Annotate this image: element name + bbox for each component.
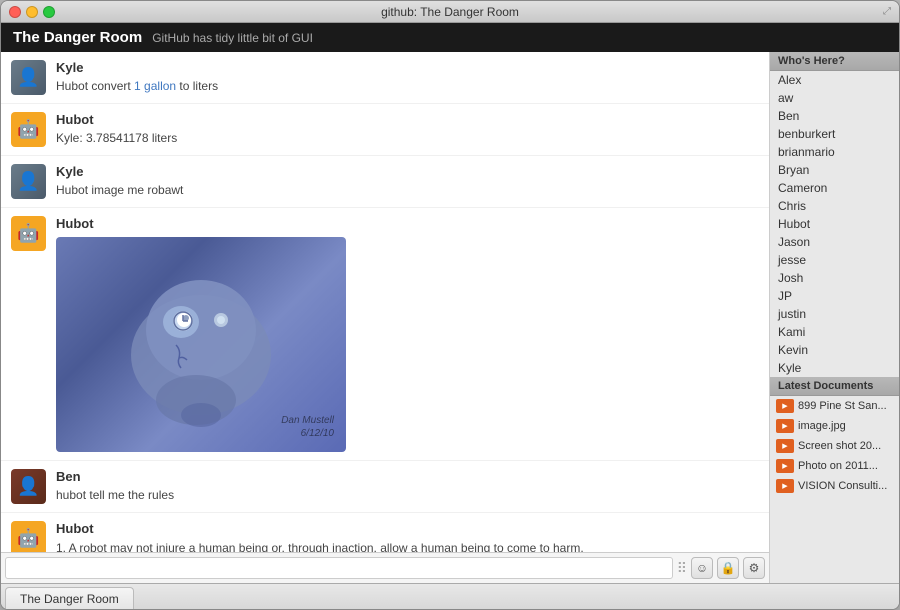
avatar: 🤖 bbox=[11, 521, 46, 552]
rules-text: 1. A robot may not injure a human being … bbox=[56, 538, 759, 552]
message-text: Kyle: 3.78541178 liters bbox=[56, 129, 759, 147]
sidebar-member-item[interactable]: Kevin bbox=[770, 341, 899, 359]
lock-button[interactable]: 🔒 bbox=[717, 557, 739, 579]
message-author: Hubot bbox=[56, 521, 759, 536]
close-button[interactable] bbox=[9, 6, 21, 18]
sidebar-member-item[interactable]: brianmario bbox=[770, 143, 899, 161]
message-content: Hubot Kyle: 3.78541178 liters bbox=[56, 112, 759, 147]
latest-docs-section: Latest Documents ▶ 899 Pine St San... ▶ ima… bbox=[770, 377, 899, 583]
sidebar-member-item[interactable]: Cameron bbox=[770, 179, 899, 197]
robot-image-container: Dan Mustell6/12/10 bbox=[56, 237, 346, 452]
gallon-link[interactable]: 1 gallon bbox=[134, 79, 176, 93]
doc-name: 899 Pine St San... bbox=[798, 400, 887, 412]
drag-handle: ⠿ bbox=[673, 560, 691, 577]
sidebar-member-item[interactable]: Josh bbox=[770, 269, 899, 287]
doc-icon: ▶ bbox=[776, 419, 794, 433]
message-group: 🤖 Hubot Kyle: 3.78541178 liters bbox=[1, 104, 769, 156]
doc-item[interactable]: ▶ Photo on 2011... bbox=[770, 456, 899, 476]
chat-input[interactable] bbox=[5, 557, 673, 579]
sidebar: Who's Here? AlexawBenbenburkertbrianmari… bbox=[769, 52, 899, 583]
avatar: 👤 bbox=[11, 60, 46, 95]
main-layout: 👤 Kyle Hubot convert 1 gallon to liters … bbox=[1, 52, 899, 583]
whos-here-section: Who's Here? AlexawBenbenburkertbrianmari… bbox=[770, 52, 899, 377]
minimize-button[interactable] bbox=[26, 6, 38, 18]
doc-name: VISION Consulti... bbox=[798, 480, 887, 492]
message-author: Ben bbox=[56, 469, 759, 484]
main-window: github: The Danger Room ⤢ The Danger Roo… bbox=[0, 0, 900, 610]
sidebar-member-item[interactable]: justin bbox=[770, 305, 899, 323]
chat-area: 👤 Kyle Hubot convert 1 gallon to liters … bbox=[1, 52, 769, 583]
doc-icon: ▶ bbox=[776, 459, 794, 473]
message-author: Hubot bbox=[56, 216, 759, 231]
doc-name: Screen shot 20... bbox=[798, 440, 881, 452]
message-author: Hubot bbox=[56, 112, 759, 127]
avatar: 👤 bbox=[11, 469, 46, 504]
members-list: AlexawBenbenburkertbrianmarioBryanCamero… bbox=[770, 71, 899, 377]
message-group: 👤 Ben hubot tell me the rules bbox=[1, 461, 769, 513]
docs-list: ▶ 899 Pine St San... ▶ image.jpg ▶ Screen sho… bbox=[770, 396, 899, 496]
doc-item[interactable]: ▶ Screen shot 20... bbox=[770, 436, 899, 456]
tabbar: The Danger Room bbox=[1, 583, 899, 609]
doc-name: Photo on 2011... bbox=[798, 460, 878, 472]
sidebar-member-item[interactable]: Hubot bbox=[770, 215, 899, 233]
sidebar-member-item[interactable]: Kyle bbox=[770, 359, 899, 377]
sidebar-member-item[interactable]: Bryan bbox=[770, 161, 899, 179]
tab-danger-room[interactable]: The Danger Room bbox=[5, 587, 134, 609]
doc-icon: ▶ bbox=[776, 399, 794, 413]
room-title: The Danger Room bbox=[13, 29, 142, 46]
titlebar: github: The Danger Room ⤢ bbox=[1, 1, 899, 23]
room-subtitle: GitHub has tidy little bit of GUI bbox=[152, 31, 313, 45]
message-content: Hubot bbox=[56, 216, 759, 452]
avatar: 🤖 bbox=[11, 112, 46, 147]
message-author: Kyle bbox=[56, 164, 759, 179]
avatar: 🤖 bbox=[11, 216, 46, 251]
tab-label: The Danger Room bbox=[20, 592, 119, 606]
message-author: Kyle bbox=[56, 60, 759, 75]
image-signature: Dan Mustell6/12/10 bbox=[281, 414, 334, 440]
message-group: 🤖 Hubot 1. A robot may not injure a huma… bbox=[1, 513, 769, 552]
app-header: The Danger Room GitHub has tidy little b… bbox=[1, 23, 899, 52]
latest-docs-header: Latest Documents bbox=[770, 377, 899, 396]
robot-svg bbox=[101, 260, 301, 430]
sidebar-member-item[interactable]: Kami bbox=[770, 323, 899, 341]
sidebar-member-item[interactable]: Alex bbox=[770, 71, 899, 89]
sidebar-member-item[interactable]: aw bbox=[770, 89, 899, 107]
message-text: Hubot convert 1 gallon to liters bbox=[56, 77, 759, 95]
whos-here-header: Who's Here? bbox=[770, 52, 899, 71]
message-text: hubot tell me the rules bbox=[56, 486, 759, 504]
doc-name: image.jpg bbox=[798, 420, 846, 432]
sidebar-member-item[interactable]: JP bbox=[770, 287, 899, 305]
messages-list: 👤 Kyle Hubot convert 1 gallon to liters … bbox=[1, 52, 769, 552]
message-text: Hubot image me robawt bbox=[56, 181, 759, 199]
doc-item[interactable]: ▶ image.jpg bbox=[770, 416, 899, 436]
sidebar-member-item[interactable]: jesse bbox=[770, 251, 899, 269]
sidebar-member-item[interactable]: Chris bbox=[770, 197, 899, 215]
message-group: 👤 Kyle Hubot convert 1 gallon to liters bbox=[1, 52, 769, 104]
message-content: Hubot 1. A robot may not injure a human … bbox=[56, 521, 759, 552]
maximize-button[interactable] bbox=[43, 6, 55, 18]
robot-image: Dan Mustell6/12/10 bbox=[56, 237, 346, 452]
window-controls bbox=[9, 6, 55, 18]
window-title: github: The Danger Room bbox=[381, 5, 519, 19]
input-bar: ⠿ ☺ 🔒 ⚙ bbox=[1, 552, 769, 583]
smiley-button[interactable]: ☺ bbox=[691, 557, 713, 579]
avatar: 👤 bbox=[11, 164, 46, 199]
sidebar-member-item[interactable]: Jason bbox=[770, 233, 899, 251]
sidebar-member-item[interactable]: benburkert bbox=[770, 125, 899, 143]
message-content: Ben hubot tell me the rules bbox=[56, 469, 759, 504]
message-content: Kyle Hubot image me robawt bbox=[56, 164, 759, 199]
sidebar-member-item[interactable]: Ben bbox=[770, 107, 899, 125]
gear-button[interactable]: ⚙ bbox=[743, 557, 765, 579]
doc-item[interactable]: ▶ 899 Pine St San... bbox=[770, 396, 899, 416]
doc-icon: ▶ bbox=[776, 439, 794, 453]
message-group: 👤 Kyle Hubot image me robawt bbox=[1, 156, 769, 208]
doc-icon: ▶ bbox=[776, 479, 794, 493]
message-content: Kyle Hubot convert 1 gallon to liters bbox=[56, 60, 759, 95]
doc-item[interactable]: ▶ VISION Consulti... bbox=[770, 476, 899, 496]
resize-icon: ⤢ bbox=[883, 6, 891, 17]
message-group: 🤖 Hubot bbox=[1, 208, 769, 461]
input-icons: ☺ 🔒 ⚙ bbox=[691, 557, 765, 579]
